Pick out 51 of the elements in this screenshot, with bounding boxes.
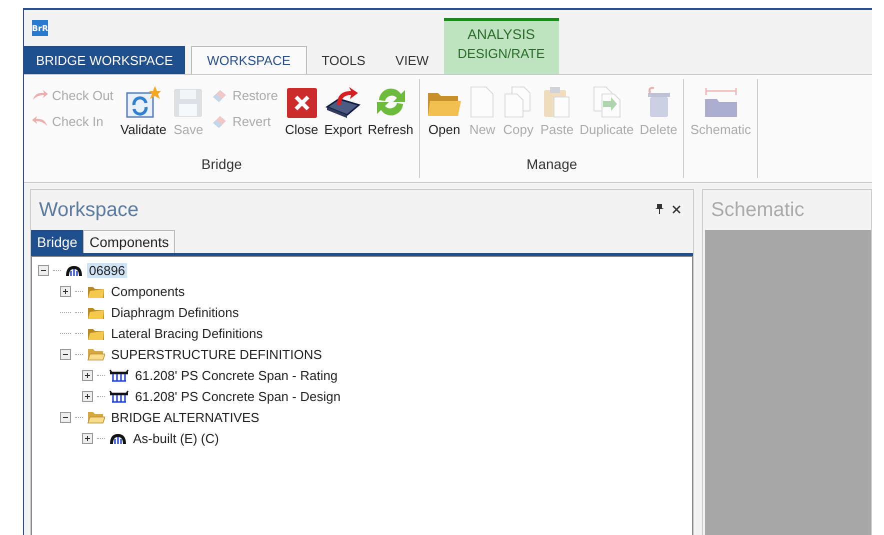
tree-item[interactable]: BRIDGE ALTERNATIVES — [109, 410, 262, 425]
bridge-arch-icon — [109, 432, 127, 446]
collapse-icon[interactable] — [60, 412, 71, 423]
panel-tab[interactable]: Bridge — [31, 230, 84, 253]
bridge-arch-icon — [65, 264, 83, 278]
expand-icon[interactable] — [82, 433, 93, 444]
undo-arrow-icon — [31, 115, 49, 127]
open-folder-icon — [87, 347, 105, 362]
group-label: Bridge — [201, 156, 242, 172]
close-button[interactable]: Close — [282, 79, 320, 156]
tree-item[interactable]: 06896 — [87, 263, 128, 278]
panel-tab[interactable]: Components — [83, 230, 175, 253]
validate-button[interactable]: Validate — [118, 79, 168, 156]
tab-group-label: ANALYSIS — [444, 18, 559, 46]
ribbon-tab[interactable]: TOOLS — [306, 46, 380, 74]
expand-icon[interactable] — [82, 391, 93, 402]
close-icon — [286, 87, 318, 119]
box-arrow-icon — [325, 85, 361, 119]
tree-item[interactable]: 61.208' PS Concrete Span - Rating — [133, 368, 340, 383]
group-label: Manage — [526, 156, 578, 172]
ribbon-tab[interactable]: VIEW — [380, 46, 444, 74]
document-icon — [468, 85, 496, 119]
tree-item[interactable]: Components — [109, 284, 187, 299]
folder-icon — [87, 284, 105, 299]
open-folder-icon — [87, 410, 105, 425]
girder-icon — [109, 390, 129, 403]
tree-item[interactable]: As-built (E) (C) — [131, 431, 221, 446]
panel-title: Workspace — [39, 198, 140, 222]
open-button[interactable]: Open — [424, 79, 464, 156]
expand-icon[interactable] — [82, 370, 93, 381]
expand-icon[interactable] — [60, 286, 71, 297]
app-logo: BrR — [32, 20, 48, 36]
tree-item[interactable]: Lateral Bracing Definitions — [109, 326, 265, 341]
girder-icon — [109, 369, 129, 382]
app-menu-tab[interactable]: BRIDGE WORKSPACE — [24, 46, 186, 74]
tree-item[interactable]: 61.208' PS Concrete Span - Design — [133, 389, 343, 404]
ribbon-tab[interactable]: WORKSPACE — [191, 46, 307, 74]
collapse-icon[interactable] — [60, 349, 71, 360]
tree-item[interactable]: Diaphragm Definitions — [109, 305, 241, 320]
duplicate-icon — [590, 85, 623, 119]
folder-icon — [87, 326, 105, 341]
validate-icon — [124, 85, 162, 119]
export-button[interactable]: Export — [322, 79, 364, 156]
redo-arrow-icon — [31, 89, 49, 101]
folder-icon — [87, 305, 105, 320]
collapse-icon[interactable] — [38, 265, 49, 276]
schematic-icon — [702, 87, 739, 119]
tree-item[interactable]: SUPERSTRUCTURE DEFINITIONS — [109, 347, 324, 362]
clipboard-icon — [542, 85, 572, 119]
panel-title: Schematic — [711, 198, 806, 222]
refresh-button[interactable]: Refresh — [366, 79, 416, 156]
